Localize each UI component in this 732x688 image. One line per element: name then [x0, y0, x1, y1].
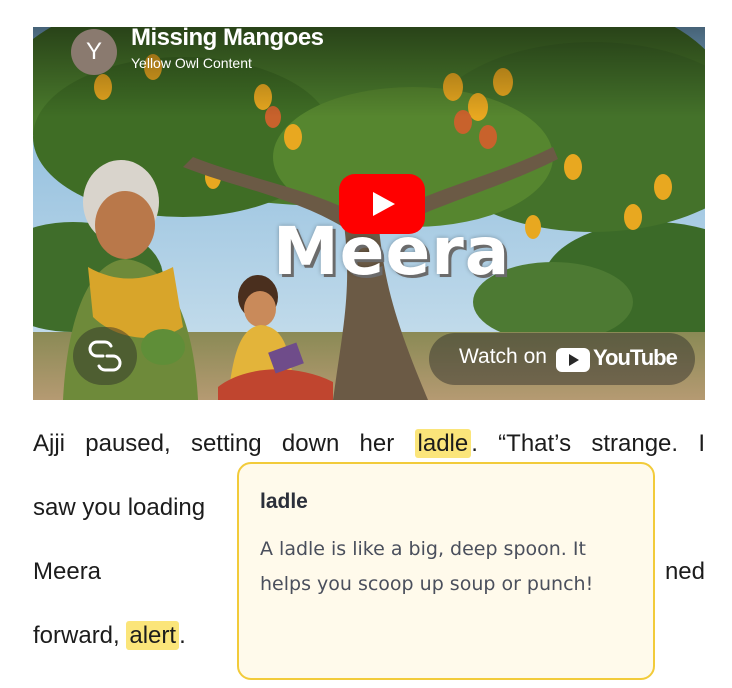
tooltip-definition: A ladle is like a big, deep spoon. It he… [260, 538, 594, 595]
vocab-word-alert[interactable]: alert [126, 621, 180, 650]
story-page: Y Missing Mangoes Yellow Owl Content Mee… [0, 0, 732, 688]
link-icon [88, 340, 122, 372]
play-icon [373, 192, 395, 216]
definition-tooltip: ladle A ladle is like a big, deep spoon.… [237, 462, 655, 680]
video-title[interactable]: Missing Mangoes [131, 27, 324, 52]
channel-avatar[interactable]: Y [71, 29, 117, 75]
watch-on-label: Watch on [459, 345, 547, 368]
watch-on-youtube-button[interactable]: Watch on YouTube [429, 333, 695, 385]
youtube-wordmark: YouTube [593, 345, 678, 370]
channel-name[interactable]: Yellow Owl Content [131, 55, 252, 71]
play-button[interactable] [339, 174, 425, 234]
copy-link-button[interactable] [73, 327, 137, 385]
vocab-word-ladle[interactable]: ladle [414, 429, 472, 458]
youtube-logo-icon [556, 348, 590, 372]
tooltip-word: ladle [260, 490, 308, 513]
video-embed[interactable]: Y Missing Mangoes Yellow Owl Content Mee… [33, 27, 705, 400]
